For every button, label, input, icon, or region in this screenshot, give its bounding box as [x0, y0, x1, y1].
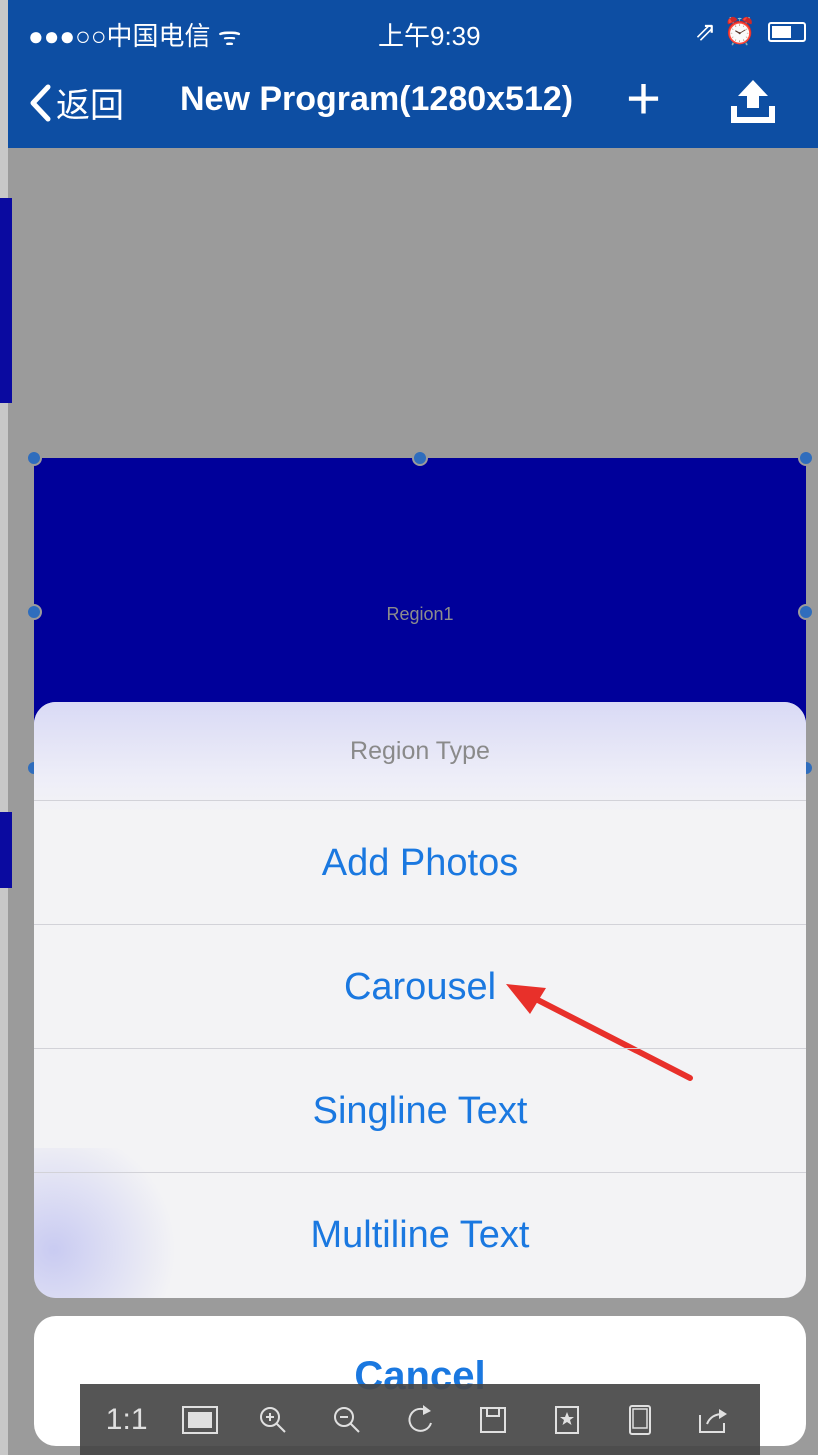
actual-size-button[interactable]: 1:1 [101, 1394, 153, 1446]
option-label: Add Photos [321, 842, 519, 884]
location-alarm-icons: ⇗ ⏰ [694, 16, 756, 46]
option-label: Singline Text [312, 1090, 528, 1132]
image-viewer-toolbar: 1:1 [80, 1384, 760, 1455]
app-header: ●●●○○中国电信 ᯤ 上午9:39 ⇗ ⏰ 返回 New Program(12… [8, 0, 818, 148]
option-label: Carousel [343, 966, 497, 1008]
battery-icon [768, 21, 806, 42]
singline-text-option[interactable]: Singline Text [34, 1048, 806, 1173]
left-edge-region-fragment [0, 812, 12, 888]
upload-button[interactable] [728, 76, 778, 131]
add-region-button[interactable]: + [626, 64, 661, 134]
carousel-option[interactable]: Carousel [34, 924, 806, 1049]
action-sheet-title: Region Type [350, 737, 490, 765]
status-bar: ●●●○○中国电信 ᯤ 上午9:39 ⇗ ⏰ [8, 0, 818, 62]
bookmark-icon[interactable] [541, 1394, 593, 1446]
action-sheet-header: Region Type [34, 702, 806, 800]
resize-handle-top-center[interactable] [412, 450, 428, 466]
back-label: 返回 [56, 87, 124, 125]
nav-bar: 返回 New Program(1280x512) + [8, 62, 818, 148]
zoom-out-icon[interactable] [321, 1394, 373, 1446]
option-label: Multiline Text [310, 1214, 530, 1256]
tablet-icon[interactable] [614, 1394, 666, 1446]
chevron-left-icon [30, 84, 51, 121]
resize-handle-mid-left[interactable] [26, 604, 42, 620]
back-button[interactable]: 返回 [28, 78, 124, 127]
resize-handle-mid-right[interactable] [798, 604, 814, 620]
multiline-text-option[interactable]: Multiline Text [34, 1172, 806, 1298]
carrier-label: ●●●○○中国电信 ᯤ [28, 21, 242, 51]
page-title: New Program(1280x512) [180, 80, 574, 118]
upload-icon [731, 80, 775, 123]
resize-handle-top-right[interactable] [798, 450, 814, 466]
fit-screen-icon[interactable] [174, 1394, 226, 1446]
resize-handle-top-left[interactable] [26, 450, 42, 466]
left-edge-region-fragment [0, 198, 12, 403]
rotate-icon[interactable] [394, 1394, 446, 1446]
save-icon[interactable] [467, 1394, 519, 1446]
share-icon[interactable] [687, 1394, 739, 1446]
status-indicators: ⇗ ⏰ [695, 16, 806, 47]
zoom-in-icon[interactable] [247, 1394, 299, 1446]
add-photos-option[interactable]: Add Photos [34, 800, 806, 925]
clock: 上午9:39 [378, 21, 481, 51]
region-type-action-sheet: Region Type Add Photos Carousel Singline… [34, 702, 806, 1298]
region-label: Region1 [386, 604, 454, 624]
